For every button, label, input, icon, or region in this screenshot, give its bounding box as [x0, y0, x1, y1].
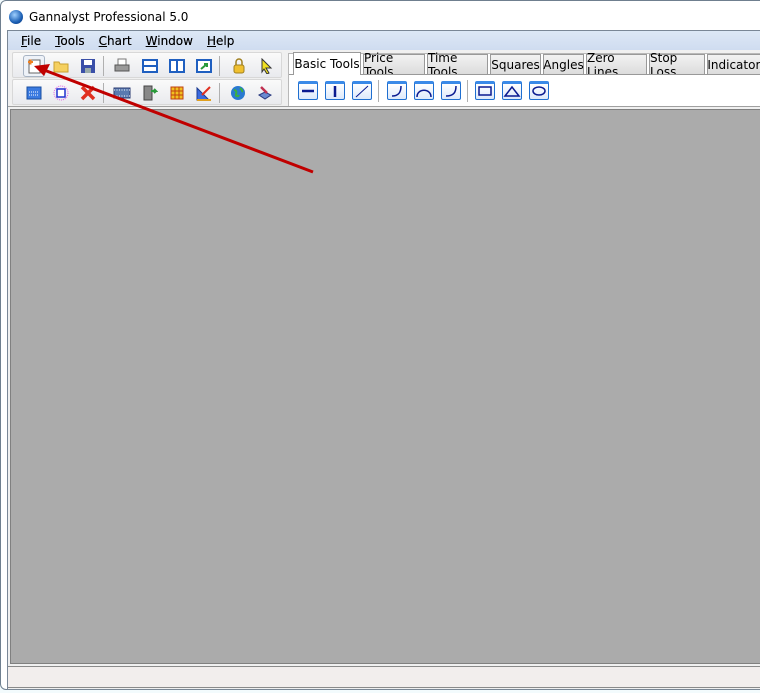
tab-basic-tools[interactable]: Basic Tools: [293, 52, 361, 75]
folder-icon: [53, 61, 69, 73]
arch-icon: [416, 89, 432, 98]
export-button[interactable]: [139, 82, 161, 104]
delete-button[interactable]: [77, 82, 99, 104]
tile-horizontal-button[interactable]: [139, 55, 161, 77]
app-icon: [9, 10, 23, 24]
menu-window-key: W: [145, 33, 158, 48]
curve-icon: [445, 85, 457, 97]
ellipse-tool[interactable]: [529, 81, 549, 100]
web-button[interactable]: [227, 82, 249, 104]
menu-help-rest: elp: [216, 33, 235, 48]
film-strip-icon: [113, 87, 131, 99]
grid-icon: [170, 86, 184, 100]
menu-tools-rest: ools: [60, 33, 85, 48]
menu-bar: File File Tools Tools Chart Chart Window Win…: [8, 31, 760, 50]
triangle-icon: [503, 85, 521, 97]
printer-icon: [114, 58, 130, 72]
vertical-line-icon: [333, 86, 337, 97]
padlock-icon: [233, 58, 245, 74]
menu-chart-rest: hart: [107, 33, 132, 48]
select-pointer-button[interactable]: [255, 55, 277, 77]
tab-time-tools[interactable]: Time Tools: [427, 51, 488, 79]
menu-window[interactable]: Window Window: [139, 34, 200, 48]
print-button[interactable]: [111, 55, 133, 77]
red-x-icon: [80, 85, 96, 101]
film-button[interactable]: [111, 82, 133, 104]
floppy-disk-icon: [81, 59, 95, 73]
rectangle-tool[interactable]: [475, 81, 495, 100]
select-box-button[interactable]: [50, 82, 72, 104]
menu-chart[interactable]: Chart Chart: [92, 34, 139, 48]
tab-indicators[interactable]: Indicators: [707, 54, 760, 74]
menu-file-rest: ile: [27, 33, 42, 48]
cascade-button[interactable]: [193, 55, 215, 77]
settings-button[interactable]: [254, 82, 276, 104]
menu-tools[interactable]: Tools Tools: [48, 34, 92, 48]
open-button[interactable]: [50, 55, 72, 77]
calculator-icon: [26, 86, 42, 100]
tab-angles[interactable]: Angles: [543, 54, 584, 74]
horizontal-line-tool[interactable]: [298, 81, 318, 100]
triangle-tool[interactable]: [502, 81, 522, 100]
toolbar-row-1: [12, 52, 282, 78]
menu-file[interactable]: File File: [14, 34, 48, 48]
basic-tools-body: [289, 74, 760, 106]
horizontal-split-icon: [142, 59, 158, 73]
drawing-tools-panel: Basic Tools Price Tools Time Tools Squar…: [288, 51, 760, 106]
tools-book-icon: [258, 86, 272, 100]
ellipse-icon: [532, 86, 546, 96]
tab-price-tools[interactable]: Price Tools: [363, 51, 425, 79]
vertical-split-icon: [169, 59, 185, 73]
toolbar-separator: [103, 56, 104, 76]
toolbar-row-2: [12, 79, 282, 105]
tool-separator: [467, 80, 468, 102]
arc-tool-2[interactable]: [414, 81, 434, 100]
trend-line-tool[interactable]: [352, 81, 372, 100]
toolbar-separator: [219, 56, 220, 76]
tab-squares[interactable]: Squares: [490, 54, 541, 74]
chart-workspace[interactable]: [10, 109, 760, 664]
new-chart-button[interactable]: [23, 55, 45, 77]
lock-button[interactable]: [228, 55, 250, 77]
door-arrow-icon: [143, 85, 158, 101]
arc-tool-3[interactable]: [441, 81, 461, 100]
new-window-icon: [196, 59, 212, 73]
horizontal-line-icon: [302, 89, 314, 93]
grid-button[interactable]: [166, 82, 188, 104]
rectangle-icon: [478, 86, 492, 96]
tile-vertical-button[interactable]: [166, 55, 188, 77]
menu-window-rest: indow: [157, 33, 193, 48]
menu-help[interactable]: Help Help: [200, 34, 241, 48]
tab-zero-lines[interactable]: Zero Lines: [586, 51, 647, 79]
menu-chart-key: C: [98, 33, 108, 48]
toolbar-separator: [103, 83, 104, 103]
menu-help-key: H: [206, 33, 216, 48]
vertical-line-tool[interactable]: [325, 81, 345, 100]
tool-separator: [378, 80, 379, 102]
toolbar-area: Basic Tools Price Tools Time Tools Squar…: [8, 50, 760, 107]
main-frame: File File Tools Tools Chart Chart Window Win…: [7, 30, 760, 690]
toolbar-separator: [219, 83, 220, 103]
diagonal-line-icon: [355, 85, 369, 98]
window-title: Gannalyst Professional 5.0: [29, 10, 189, 24]
cursor-arrow-icon: [261, 58, 273, 74]
arc-tool-1[interactable]: [387, 81, 407, 100]
status-bar: [8, 666, 760, 688]
curve-icon: [391, 85, 402, 97]
square-select-icon: [53, 85, 69, 101]
save-button[interactable]: [77, 55, 99, 77]
calculator-button[interactable]: [23, 82, 45, 104]
globe-icon: [231, 86, 245, 100]
set-square-icon: [196, 86, 211, 101]
tab-stop-loss[interactable]: Stop Loss: [649, 51, 705, 79]
ruler-button[interactable]: [193, 82, 215, 104]
title-bar: Gannalyst Professional 5.0: [9, 7, 188, 27]
new-document-icon: [28, 59, 41, 74]
